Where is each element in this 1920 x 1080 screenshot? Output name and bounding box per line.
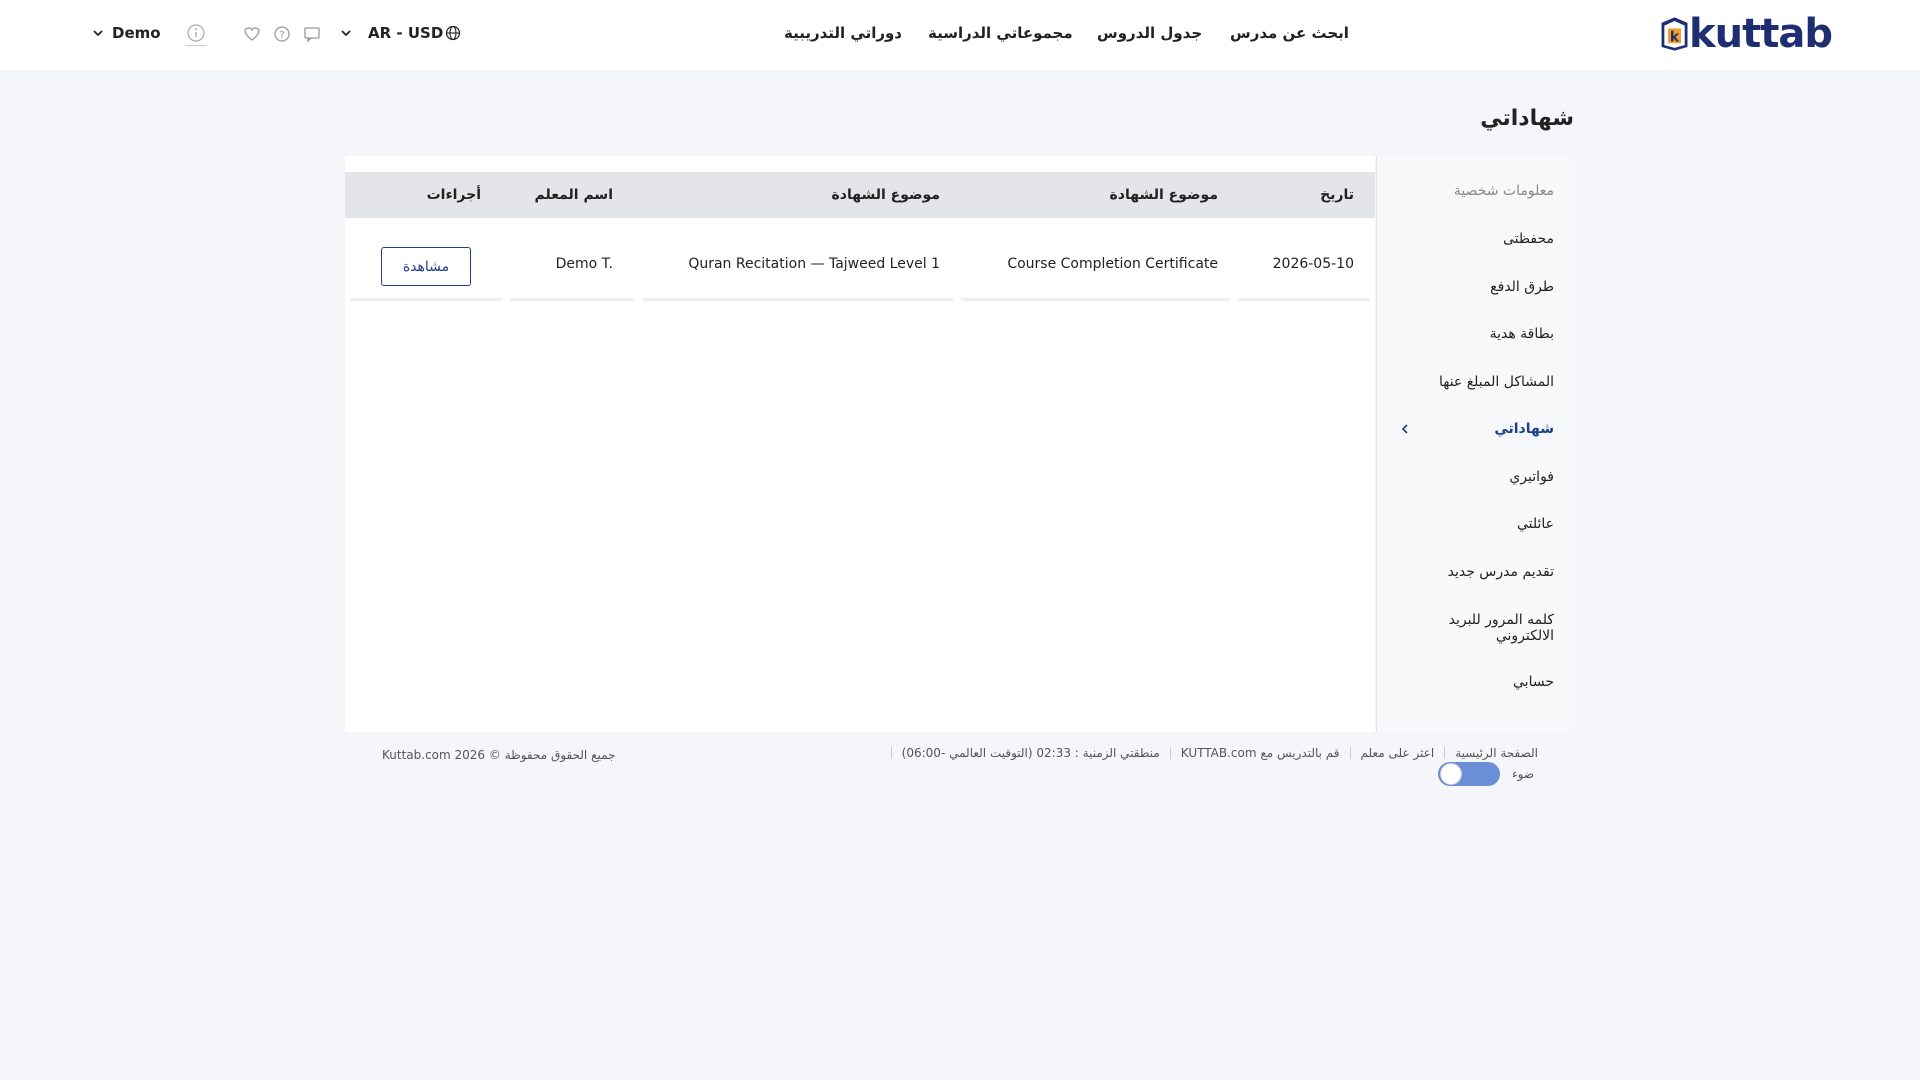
chat-icon[interactable] [303,25,321,43]
divider [1169,747,1171,759]
row-divider [350,298,502,301]
user-name: Demo [112,24,161,42]
nav-lesson-schedule[interactable]: جدول الدروس [1097,24,1202,46]
sidebar-item-new-teacher[interactable]: تقديم مدرس جديد [1404,564,1554,580]
cell-certificate-type: Course Completion Certificate [1007,256,1218,272]
page-title: شهاداتي [1480,106,1574,131]
header-certificate-subject: موضوع الشهادة [831,187,940,203]
row-divider [643,298,953,301]
account-sidebar: معلومات شخصية محفظتى طرق الدفع بطاقة هدي… [1376,156,1574,732]
footer-link-find-teacher[interactable]: اعثر على معلم [1361,746,1435,760]
sidebar-item-reported-issues[interactable]: المشاكل المبلغ عنها [1404,374,1554,390]
certificates-panel: تاريخ موضوع الشهادة موضوع الشهادة اسم ال… [345,156,1375,732]
divider [1349,747,1351,759]
brand-name: kuttab [1689,11,1833,57]
heart-icon[interactable] [243,25,261,43]
footer-timezone[interactable]: منطقتي الزمنية : 02:33 (التوقيت العالمي … [902,746,1160,760]
divider [890,747,892,759]
lang-currency-label: AR - USD [368,24,444,42]
table-header: تاريخ موضوع الشهادة موضوع الشهادة اسم ال… [345,172,1375,218]
cell-certificate-subject: Quran Recitation — Tajweed Level 1 [688,256,940,272]
cell-date: 2026-05-10 [1272,256,1354,272]
chevron-down-icon [93,30,103,37]
sidebar-item-family[interactable]: عائلتي [1404,516,1554,532]
row-divider [510,298,635,301]
header-certificate-type: موضوع الشهادة [1109,187,1218,203]
svg-text:?: ? [279,30,284,41]
language-currency-selector[interactable]: AR - USD [340,24,461,42]
chevron-left-icon [1401,424,1408,434]
divider [1444,747,1446,759]
user-menu[interactable]: Demo [92,24,161,42]
theme-label: ضوء [1512,767,1535,781]
sidebar-item-personal-info[interactable]: معلومات شخصية [1404,183,1554,199]
help-icon[interactable]: ? [273,25,291,43]
footer-links: الصفحة الرئيسية اعثر على معلم قم بالتدري… [881,746,1538,760]
view-certificate-button[interactable]: مشاهدة [381,247,471,286]
sidebar-item-wallet[interactable]: محفظتى [1404,231,1554,247]
chevron-down-icon [341,30,351,37]
logo-book-icon: k [1661,17,1688,51]
nav-find-teacher[interactable]: ابحث عن مدرس [1230,24,1349,46]
nav-study-groups[interactable]: مجموعاتي الدراسية [928,24,1073,46]
sidebar-item-gift-card[interactable]: بطاقة هدية [1404,326,1554,342]
cell-teacher-name: Demo T. [555,256,613,272]
footer-link-teach-with-us[interactable]: قم بالتدريس مع KUTTAB.com [1181,746,1340,760]
sidebar-item-certificates[interactable]: شهاداتي [1404,421,1554,437]
info-icon-wrapper[interactable] [186,23,206,46]
row-divider [1237,298,1370,301]
sidebar-item-email-password[interactable]: كلمه المرور للبريد الالكتروني [1424,612,1554,644]
sidebar-item-my-account[interactable]: حسابي [1404,674,1554,690]
toggle-knob [1440,763,1462,785]
top-header: k kuttab ابحث عن مدرس جدول الدروس مجموعا… [0,0,1920,70]
svg-text:k: k [1670,29,1680,45]
kuttab-logo[interactable]: k kuttab [1656,11,1833,57]
header-teacher-name: اسم المعلم [534,187,613,203]
theme-toggle[interactable] [1438,762,1500,786]
footer-link-home[interactable]: الصفحة الرئيسية [1455,746,1538,760]
globe-icon [446,25,461,41]
sidebar-item-payment-methods[interactable]: طرق الدفع [1404,279,1554,295]
copyright-text: جميع الحقوق محفوظة © 2026 Kuttab.com [382,748,616,762]
header-date: تاريخ [1320,187,1354,203]
nav-training-courses[interactable]: دوراتي التدريبية [784,24,902,46]
header-actions: أجراءات [426,187,481,203]
info-icon [187,24,205,42]
sidebar-item-invoices[interactable]: فواتيري [1404,469,1554,485]
row-divider [961,298,1229,301]
